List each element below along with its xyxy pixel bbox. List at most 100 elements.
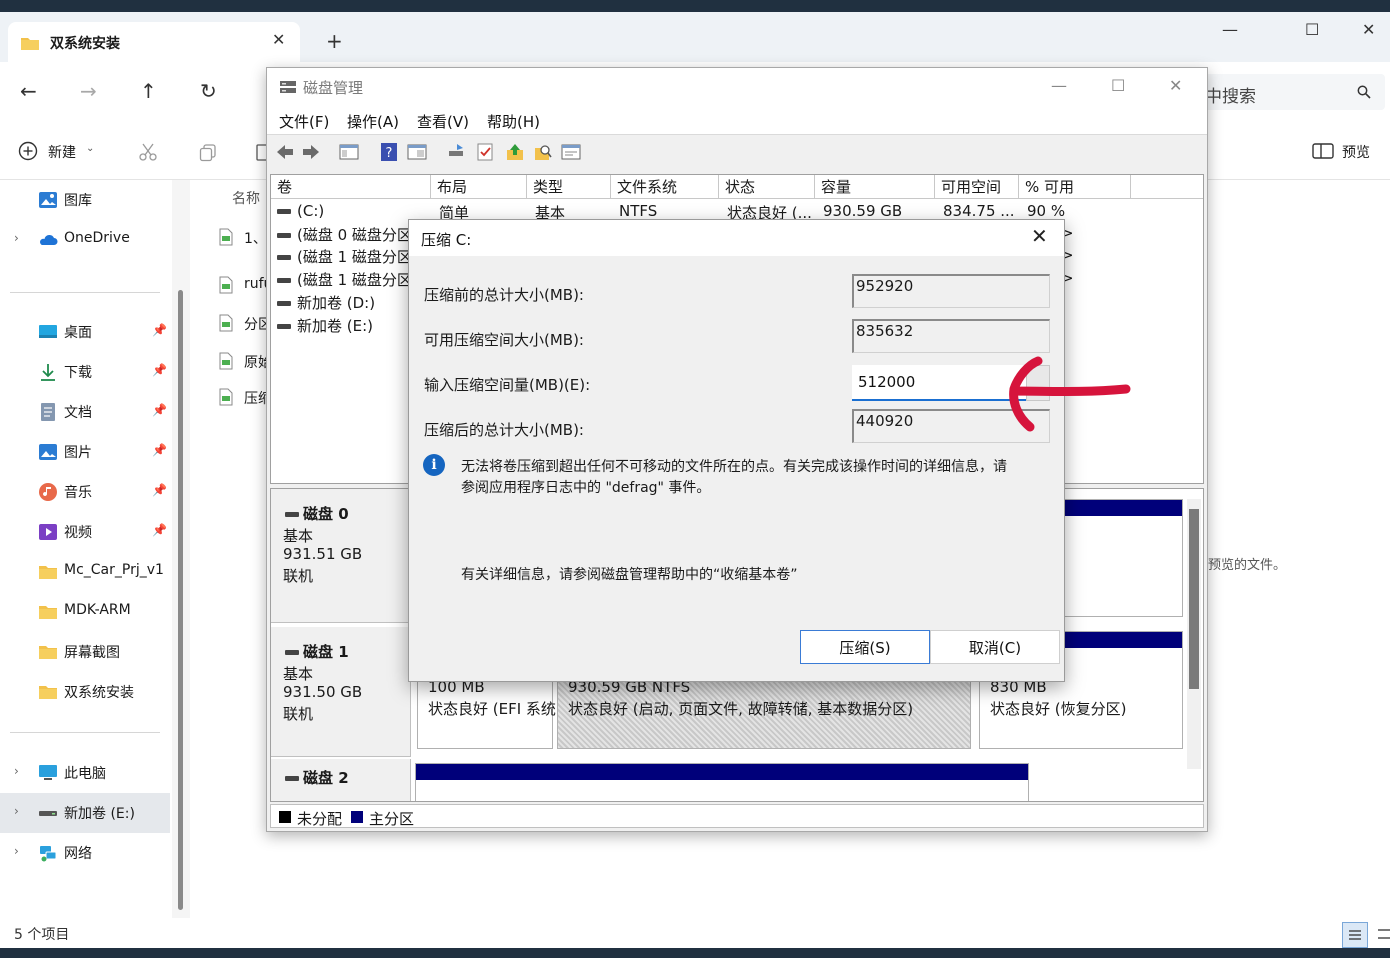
sidebar-item-dual-system[interactable]: 双系统安装 bbox=[0, 672, 170, 712]
shrink-note-line-1: 无法将卷压缩到超出任何不可移动的文件所在的点。有关完成该操作时间的详细信息，请 bbox=[461, 459, 1007, 475]
column-percent-free[interactable]: % 可用 bbox=[1019, 175, 1131, 199]
total-size-after-value: 440920 bbox=[856, 412, 914, 430]
column-status[interactable]: 状态 bbox=[719, 175, 815, 199]
disk-0-partition[interactable] bbox=[1063, 499, 1183, 617]
search-box[interactable]: 中搜索 bbox=[1195, 74, 1385, 110]
red-arrow-annotation bbox=[1009, 356, 1131, 432]
pin-icon[interactable]: 📌 bbox=[152, 483, 167, 497]
sidebar-item-mc-car-prj[interactable]: Mc_Car_Prj_v1 bbox=[0, 552, 170, 592]
help-icon[interactable]: ? bbox=[379, 142, 399, 162]
sidebar-item-videos[interactable]: 视频 📌 bbox=[0, 512, 170, 552]
pin-icon[interactable]: 📌 bbox=[152, 523, 167, 537]
window-title: 磁盘管理 bbox=[303, 79, 364, 97]
chevron-right-icon[interactable]: › bbox=[14, 231, 19, 245]
maximize-icon[interactable]: ☐ bbox=[1305, 20, 1319, 39]
disk-icon bbox=[285, 650, 299, 655]
tiles-view-button[interactable] bbox=[1374, 922, 1390, 948]
sidebar-divider bbox=[10, 292, 160, 293]
sidebar-item-pictures[interactable]: 图片 📌 bbox=[0, 432, 170, 472]
minimize-icon[interactable]: — bbox=[1051, 76, 1067, 95]
show-hide-console-icon[interactable] bbox=[339, 142, 359, 162]
maximize-icon[interactable]: ☐ bbox=[1111, 76, 1125, 95]
volume-icon bbox=[277, 278, 291, 283]
disk-2-partition[interactable] bbox=[415, 763, 1029, 801]
sidebar-item-network[interactable]: › 网络 bbox=[0, 833, 170, 873]
total-size-before-field: 952920 bbox=[852, 274, 1050, 308]
shrink-button[interactable]: 压缩(S) bbox=[800, 630, 930, 664]
menu-action[interactable]: 操作(A) bbox=[347, 111, 399, 132]
chevron-right-icon[interactable]: › bbox=[14, 844, 19, 858]
column-filesystem[interactable]: 文件系统 bbox=[611, 175, 719, 199]
sidebar-item-this-pc[interactable]: › 此电脑 bbox=[0, 753, 170, 793]
minimize-icon[interactable]: — bbox=[1222, 20, 1238, 39]
column-header-name[interactable]: 名称 bbox=[232, 188, 260, 208]
shrink-amount-label: 输入压缩空间量(MB)(E): bbox=[424, 376, 591, 394]
search-folder-icon[interactable] bbox=[533, 142, 553, 162]
menu-view[interactable]: 查看(V) bbox=[417, 111, 469, 132]
sidebar-item-documents[interactable]: 文档 📌 bbox=[0, 392, 170, 432]
sidebar-scrollbar[interactable] bbox=[172, 180, 190, 918]
pin-icon[interactable]: 📌 bbox=[152, 323, 167, 337]
up-icon[interactable]: ↑ bbox=[140, 80, 157, 102]
disk-view-scrollbar-thumb[interactable] bbox=[1189, 509, 1199, 689]
cancel-button[interactable]: 取消(C) bbox=[930, 630, 1060, 664]
sidebar-item-onedrive[interactable]: › OneDrive bbox=[0, 220, 170, 260]
menu-file[interactable]: 文件(F) bbox=[279, 111, 329, 132]
checklist-icon[interactable] bbox=[475, 142, 495, 162]
sidebar-item-gallery[interactable]: 图库 bbox=[0, 180, 170, 220]
details-view-button[interactable] bbox=[1342, 922, 1368, 948]
disk-management-title-bar: 磁盘管理 — ☐ ✕ bbox=[267, 68, 1207, 106]
disk-2-label[interactable]: 磁盘 2 bbox=[271, 759, 411, 801]
volume-icon bbox=[277, 324, 291, 329]
properties-icon[interactable] bbox=[407, 142, 427, 162]
pin-icon[interactable]: 📌 bbox=[152, 443, 167, 457]
help-reference-text: 有关详细信息，请参阅磁盘管理帮助中的“收缩基本卷” bbox=[461, 567, 798, 583]
network-icon bbox=[40, 846, 57, 862]
sidebar-item-music[interactable]: 音乐 📌 bbox=[0, 472, 170, 512]
close-window-icon[interactable]: ✕ bbox=[1169, 76, 1182, 95]
up-folder-icon[interactable] bbox=[505, 142, 525, 162]
legend-swatch-primary bbox=[351, 811, 363, 823]
menu-help[interactable]: 帮助(H) bbox=[487, 111, 540, 132]
back-icon[interactable]: ← bbox=[20, 80, 37, 102]
music-icon bbox=[39, 483, 57, 501]
folder-icon bbox=[21, 38, 39, 50]
disk-1-label[interactable]: 磁盘 1 基本 931.50 GB 联机 bbox=[271, 627, 411, 757]
folder-icon bbox=[39, 686, 57, 699]
column-layout[interactable]: 布局 bbox=[431, 175, 527, 199]
disk-0-label[interactable]: 磁盘 0 基本 931.51 GB 联机 bbox=[271, 489, 411, 623]
forward-arrow-icon[interactable] bbox=[301, 142, 321, 162]
pin-icon[interactable]: 📌 bbox=[152, 403, 167, 417]
sidebar-item-mdk-arm[interactable]: MDK-ARM bbox=[0, 592, 170, 632]
sidebar-item-downloads[interactable]: 下载 📌 bbox=[0, 352, 170, 392]
pin-icon[interactable]: 📌 bbox=[152, 363, 167, 377]
item-count: 5 个项目 bbox=[14, 927, 70, 943]
column-capacity[interactable]: 容量 bbox=[815, 175, 935, 199]
sidebar-item-screenshots[interactable]: 屏幕截图 bbox=[0, 632, 170, 672]
column-free-space[interactable]: 可用空间 bbox=[935, 175, 1019, 199]
settings-window-icon[interactable] bbox=[561, 142, 581, 162]
disk-status: 联机 bbox=[283, 567, 314, 585]
close-tab-icon[interactable]: ✕ bbox=[272, 30, 285, 49]
chevron-right-icon[interactable]: › bbox=[14, 764, 19, 778]
cut-icon[interactable] bbox=[138, 142, 158, 162]
shrink-amount-input[interactable] bbox=[852, 365, 1026, 401]
column-type[interactable]: 类型 bbox=[527, 175, 611, 199]
forward-icon[interactable]: → bbox=[80, 80, 97, 102]
navigation-pane: 图库 › OneDrive 桌面 📌 下载 📌 文档 📌 图片 📌 音乐 📌 视… bbox=[0, 180, 190, 918]
refresh-icon[interactable]: ↻ bbox=[200, 80, 217, 102]
chevron-right-icon[interactable]: › bbox=[14, 804, 19, 818]
available-shrink-field: 835632 bbox=[852, 319, 1050, 353]
close-dialog-icon[interactable]: ✕ bbox=[1031, 226, 1048, 246]
column-volume[interactable]: 卷 bbox=[271, 175, 431, 199]
copy-icon[interactable] bbox=[198, 142, 218, 162]
back-arrow-icon[interactable] bbox=[275, 142, 295, 162]
disk-view-scrollbar[interactable] bbox=[1187, 499, 1201, 769]
sidebar-scrollbar-thumb[interactable] bbox=[178, 290, 183, 910]
connect-disk-icon[interactable] bbox=[447, 142, 467, 162]
close-window-icon[interactable]: ✕ bbox=[1362, 20, 1375, 39]
sidebar-item-desktop[interactable]: 桌面 📌 bbox=[0, 312, 170, 352]
new-tab-icon[interactable]: + bbox=[326, 31, 343, 51]
sidebar-item-drive-e[interactable]: › 新加卷 (E:) bbox=[0, 793, 170, 833]
explorer-tab[interactable]: 双系统安装 ✕ bbox=[8, 22, 300, 62]
